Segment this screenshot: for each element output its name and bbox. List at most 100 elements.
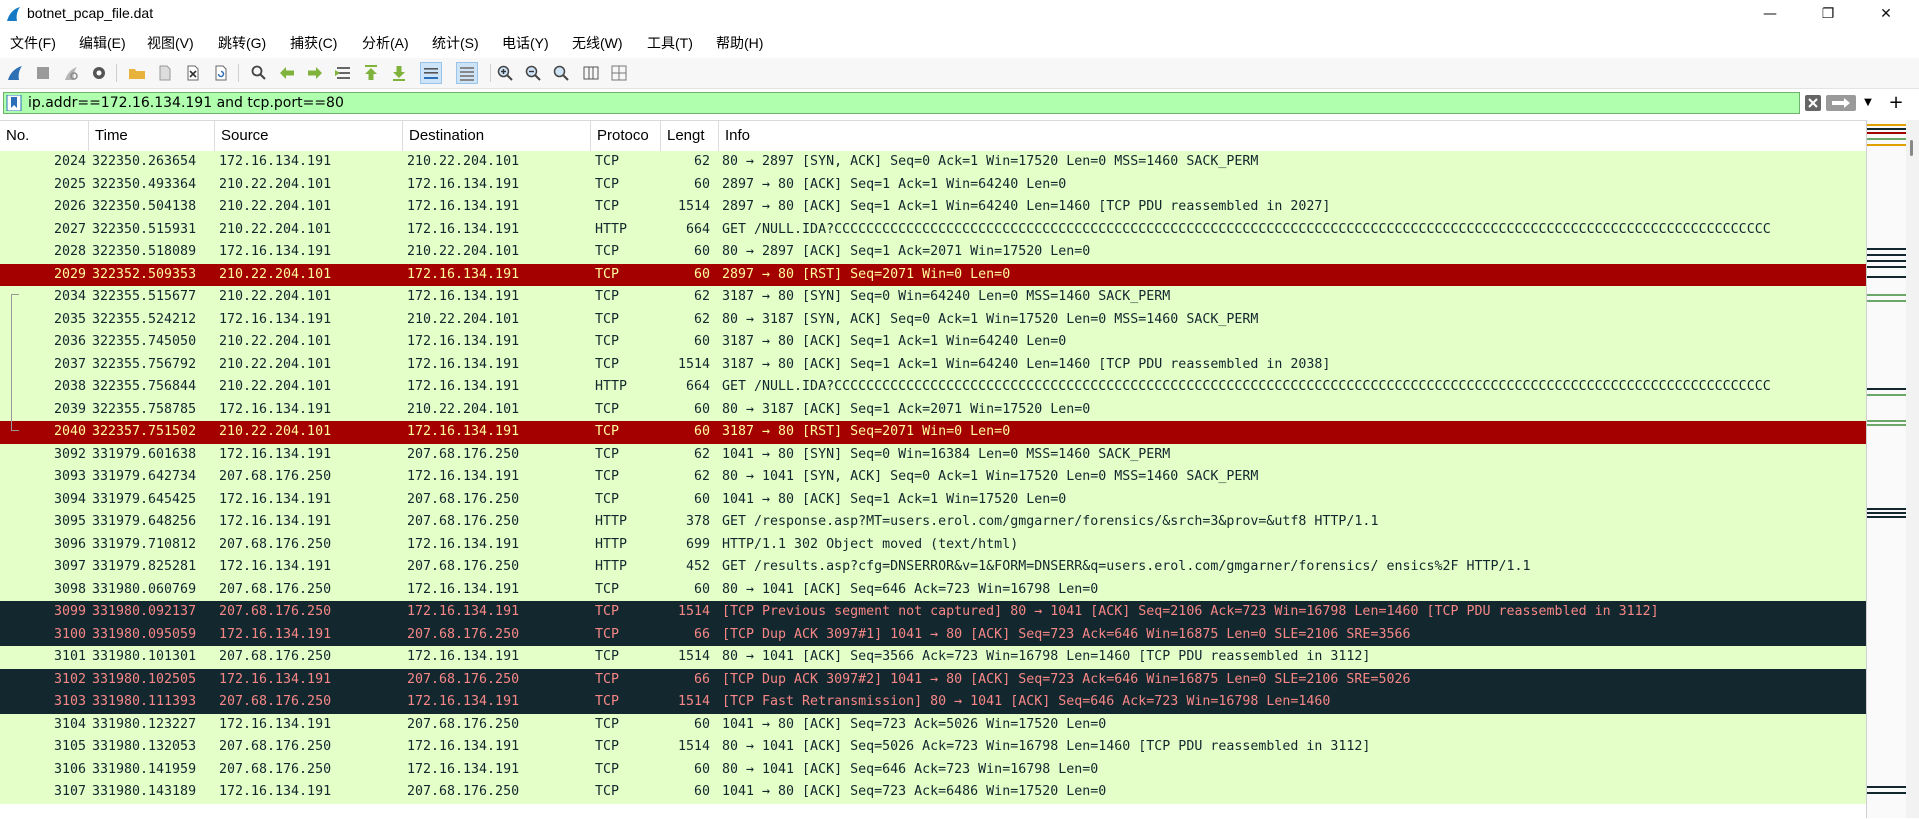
packet-row[interactable]: 3093 331979.642734 207.68.176.250 172.16.13…	[0, 466, 1866, 489]
menu-go[interactable]: 跳转(G)	[218, 33, 266, 53]
column-header-protocol[interactable]: Protoco	[591, 121, 661, 151]
packet-destination: 172.16.134.191	[407, 424, 520, 439]
packet-row[interactable]: 2034 322355.515677 210.22.204.101 172.16.13…	[0, 286, 1866, 309]
packet-destination: 210.22.204.101	[407, 244, 520, 259]
packet-list-header: No. Time Source Destination Protoco Leng…	[0, 121, 1866, 152]
resize-columns-icon	[583, 66, 599, 80]
apply-filter-arrow-icon[interactable]	[1826, 94, 1856, 112]
colorize-button[interactable]	[456, 62, 478, 84]
restore-button[interactable]: ❐	[1799, 0, 1857, 28]
menu-file[interactable]: 文件(F)	[10, 33, 56, 53]
resize-columns-button[interactable]	[580, 62, 602, 84]
go-forward-button[interactable]	[304, 62, 326, 84]
packet-row[interactable]: 3092 331979.601638 172.16.134.191 207.68.17…	[0, 443, 1866, 466]
packet-time: 322350.518089	[92, 244, 197, 259]
close-button[interactable]: ✕	[1857, 0, 1915, 28]
minimize-button[interactable]: —	[1741, 0, 1799, 28]
packet-row[interactable]: 2039 322355.758785 172.16.134.191 210.22.20…	[0, 398, 1866, 421]
packet-row[interactable]: 3094 331979.645425 172.16.134.191 207.68.17…	[0, 488, 1866, 511]
open-file-button[interactable]	[126, 62, 148, 84]
packet-destination: 172.16.134.191	[407, 649, 520, 664]
packet-row[interactable]: 3098 331980.060769 207.68.176.250 172.16.13…	[0, 578, 1866, 601]
packet-row[interactable]: 2029 322352.509353 210.22.204.101 172.16.13…	[0, 263, 1866, 286]
packet-row[interactable]: 2025 322350.493364 210.22.204.101 172.16.13…	[0, 173, 1866, 196]
packet-info: 1041 → 80 [ACK] Seq=723 Ack=6486 Win=175…	[722, 784, 1107, 799]
packet-length: 60	[693, 244, 710, 259]
start-capture-button[interactable]	[4, 62, 26, 84]
save-file-button[interactable]	[154, 62, 176, 84]
clear-filter-icon[interactable]	[1804, 94, 1822, 112]
packet-row[interactable]: 3106 331980.141959 207.68.176.250 172.16.13…	[0, 758, 1866, 781]
packet-row[interactable]: 2040 322357.751502 210.22.204.101 172.16.13…	[0, 421, 1866, 444]
filter-history-dropdown[interactable]: ▼	[1860, 94, 1876, 112]
menu-tools[interactable]: 工具(T)	[647, 33, 693, 53]
display-filter-input[interactable]	[28, 94, 1728, 112]
packet-row[interactable]: 3096 331979.710812 207.68.176.250 172.16.13…	[0, 533, 1866, 556]
packet-row[interactable]: 2038 322355.756844 210.22.204.101 172.16.13…	[0, 376, 1866, 399]
menu-help[interactable]: 帮助(H)	[716, 33, 763, 53]
go-first-packet-button[interactable]	[360, 62, 382, 84]
go-to-packet-button[interactable]	[332, 62, 354, 84]
packet-row[interactable]: 3097 331979.825281 172.16.134.191 207.68.17…	[0, 556, 1866, 579]
vertical-scrollbar[interactable]	[1906, 120, 1919, 818]
auto-scroll-button[interactable]	[420, 62, 442, 84]
column-header-destination[interactable]: Destination	[403, 121, 591, 151]
menu-analyze[interactable]: 分析(A)	[362, 33, 409, 53]
packet-list[interactable]: No. Time Source Destination Protoco Leng…	[0, 120, 1866, 819]
packet-length: 1514	[677, 356, 710, 372]
menu-capture[interactable]: 捕获(C)	[290, 33, 337, 53]
close-file-button[interactable]	[182, 62, 204, 84]
bookmark-icon[interactable]	[6, 95, 22, 111]
column-header-length[interactable]: Lengt	[661, 121, 719, 151]
packet-row[interactable]: 3099 331980.092137 207.68.176.250 172.16.13…	[0, 601, 1866, 624]
zoom-reset-button[interactable]	[550, 62, 572, 84]
packet-length: 66	[693, 626, 710, 642]
packet-length: 664	[685, 379, 710, 394]
column-header-no[interactable]: No.	[0, 121, 89, 151]
minimap-marker	[1867, 508, 1907, 510]
packet-row[interactable]: 3104 331980.123227 172.16.134.191 207.68.17…	[0, 713, 1866, 736]
close-file-icon	[187, 65, 199, 81]
packet-row[interactable]: 3102 331980.102505 172.16.134.191 207.68.17…	[0, 668, 1866, 691]
column-header-source[interactable]: Source	[215, 121, 403, 151]
add-filter-button[interactable]: +	[1886, 92, 1906, 114]
zoom-out-button[interactable]	[522, 62, 544, 84]
packet-row[interactable]: 3095 331979.648256 172.16.134.191 207.68.17…	[0, 511, 1866, 534]
menu-wireless[interactable]: 无线(W)	[572, 33, 623, 53]
packet-row[interactable]: 3101 331980.101301 207.68.176.250 172.16.13…	[0, 646, 1866, 669]
packet-row[interactable]: 3100 331980.095059 172.16.134.191 207.68.17…	[0, 623, 1866, 646]
packet-row[interactable]: 2028 322350.518089 172.16.134.191 210.22.20…	[0, 241, 1866, 264]
packet-minimap[interactable]	[1866, 120, 1907, 818]
packet-source: 172.16.134.191	[219, 671, 332, 687]
column-header-info[interactable]: Info	[719, 121, 1866, 151]
packet-row[interactable]: 2036 322355.745050 210.22.204.101 172.16.13…	[0, 331, 1866, 354]
packet-row[interactable]: 2026 322350.504138 210.22.204.101 172.16.13…	[0, 196, 1866, 219]
reload-file-button[interactable]	[210, 62, 232, 84]
packet-row[interactable]: 2035 322355.524212 172.16.134.191 210.22.20…	[0, 308, 1866, 331]
menu-edit[interactable]: 编辑(E)	[79, 33, 126, 53]
layout-button[interactable]	[608, 62, 630, 84]
packet-row[interactable]: 2024 322350.263654 172.16.134.191 210.22.20…	[0, 151, 1866, 174]
search-icon	[251, 65, 266, 80]
menu-statistics[interactable]: 统计(S)	[432, 33, 479, 53]
packet-row[interactable]: 2037 322355.756792 210.22.204.101 172.16.13…	[0, 353, 1866, 376]
menu-telephony[interactable]: 电话(Y)	[502, 33, 549, 53]
go-back-button[interactable]	[276, 62, 298, 84]
packet-row[interactable]: 3105 331980.132053 207.68.176.250 172.16.13…	[0, 736, 1866, 759]
find-packet-button[interactable]	[248, 62, 270, 84]
column-header-time[interactable]: Time	[89, 121, 215, 151]
packet-row[interactable]: 3103 331980.111393 207.68.176.250 172.16.13…	[0, 691, 1866, 714]
packet-row[interactable]: 3107 331980.143189 172.16.134.191 207.68.17…	[0, 781, 1866, 804]
menu-view[interactable]: 视图(V)	[147, 33, 194, 53]
go-last-packet-button[interactable]	[388, 62, 410, 84]
stop-capture-button[interactable]	[32, 62, 54, 84]
packet-length: 1514	[677, 694, 710, 709]
capture-options-button[interactable]	[88, 62, 110, 84]
zoom-in-button[interactable]	[494, 62, 516, 84]
packet-info: GET /NULL.IDA?CCCCCCCCCCCCCCCCCCCCCCCCCC…	[722, 379, 1771, 394]
packet-row[interactable]: 2027 322350.515931 210.22.204.101 172.16.13…	[0, 218, 1866, 241]
shark-fin-icon	[8, 66, 22, 80]
restart-capture-button[interactable]	[60, 62, 82, 84]
packet-info: HTTP/1.1 302 Object moved (text/html)	[722, 536, 1019, 552]
scrollbar-thumb[interactable]	[1910, 140, 1913, 156]
